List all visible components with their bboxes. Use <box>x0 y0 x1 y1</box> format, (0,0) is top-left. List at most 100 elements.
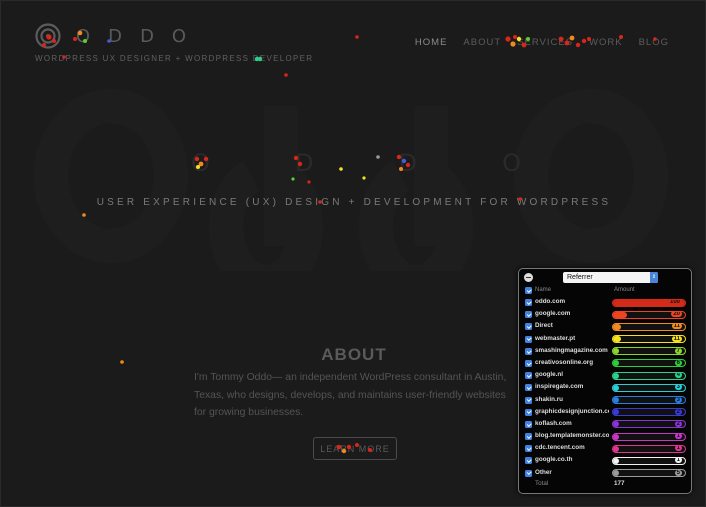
amount-value: 6 <box>674 359 682 366</box>
nav-services[interactable]: SERVICES <box>517 37 573 48</box>
amount-bar-fill <box>613 311 628 318</box>
amount-bar: 11 <box>612 335 686 344</box>
referrer-name: google.co.th <box>535 456 573 464</box>
referrer-row[interactable]: inspiregate.com 3 <box>519 382 691 394</box>
amount-bar: 6 <box>612 359 686 368</box>
amount-bar-fill <box>613 457 619 464</box>
site-logo[interactable]: O D D O <box>35 23 189 49</box>
hero-letter: O <box>502 149 521 177</box>
hero-letter: O <box>191 149 210 177</box>
referrer-row[interactable]: graphicdesignjunction.com 2 <box>519 407 691 419</box>
referrer-row[interactable]: webmaster.pt 11 <box>519 334 691 346</box>
row-checkbox[interactable] <box>525 469 532 477</box>
row-checkbox[interactable] <box>525 384 532 392</box>
referrer-name: cdc.tencent.com <box>535 444 585 452</box>
row-checkbox[interactable] <box>525 433 532 441</box>
row-checkbox[interactable] <box>525 323 532 331</box>
logo-letter: O <box>75 25 91 47</box>
referrer-row[interactable]: smashingmagazine.com 7 <box>519 346 691 358</box>
total-row: Total 177 <box>519 479 691 491</box>
total-label: Total <box>535 480 549 487</box>
referrer-name: oddo.com <box>535 298 566 305</box>
amount-bar-fill <box>613 372 619 379</box>
referrer-row[interactable]: koflash.com 2 <box>519 419 691 431</box>
about-text: I'm Tommy Oddo— an independent WordPress… <box>194 372 507 418</box>
close-icon[interactable] <box>524 273 533 282</box>
referrer-row[interactable]: oddo.com 100 <box>519 297 691 309</box>
amount-value: 1 <box>674 445 682 452</box>
column-name-header: Name <box>535 287 552 293</box>
select-value: Referrer <box>567 274 593 281</box>
referrer-row[interactable]: google.com 20 <box>519 309 691 321</box>
main-nav: HOME ABOUT SERVICES WORK BLOG <box>415 37 669 48</box>
referrer-row[interactable]: creativosonline.org 6 <box>519 358 691 370</box>
referrer-row[interactable]: cdc.tencent.com 1 <box>519 443 691 455</box>
panel-header: Referrer ⇕ <box>519 269 691 286</box>
amount-bar-fill <box>613 409 619 416</box>
row-checkbox[interactable] <box>525 457 532 465</box>
site-tagline: WORDPRESS UX DESIGNER + WORDPRESS DEVELO… <box>35 54 314 63</box>
row-checkbox[interactable] <box>525 299 532 306</box>
amount-bar-fill <box>613 421 619 428</box>
referrer-select[interactable]: Referrer ⇕ <box>563 272 658 283</box>
referrer-row[interactable]: google.nl 4 <box>519 370 691 382</box>
amount-bar-fill <box>613 433 619 440</box>
amount-bar: 1 <box>612 456 686 465</box>
referrer-row[interactable]: Direct 11 <box>519 321 691 333</box>
referrer-name: koflash.com <box>535 419 572 427</box>
amount-bar-fill <box>613 323 621 330</box>
select-all-checkbox[interactable] <box>525 287 532 294</box>
amount-bar: 7 <box>612 347 686 356</box>
amount-value: 2 <box>674 408 682 415</box>
row-checkbox[interactable] <box>525 408 532 416</box>
amount-value: 20 <box>671 311 682 318</box>
row-checkbox[interactable] <box>525 396 532 404</box>
row-checkbox[interactable] <box>525 420 532 428</box>
amount-bar: 3 <box>612 383 686 392</box>
row-checkbox[interactable] <box>525 445 532 453</box>
referrer-row[interactable]: shakin.ru 3 <box>519 395 691 407</box>
amount-bar: 5 <box>612 469 686 478</box>
referrer-name: google.com <box>535 310 571 318</box>
referrer-name: Direct <box>535 322 553 330</box>
amount-bar-fill <box>613 445 619 452</box>
row-checkbox[interactable] <box>525 347 532 355</box>
amount-bar: 2 <box>612 408 686 417</box>
amount-bar: 100 <box>612 298 686 307</box>
total-value: 177 <box>614 480 625 487</box>
amount-value: 1 <box>674 457 682 464</box>
amount-bar-fill <box>613 348 619 355</box>
website-canvas: O D D O WORDPRESS UX DESIGNER + WORDPRES… <box>0 0 706 507</box>
referrer-panel: Referrer ⇕ Name Amount oddo.com 100 google… <box>518 268 692 494</box>
amount-bar: 4 <box>612 371 686 380</box>
logo-letter: D <box>108 25 122 47</box>
amount-value: 100 <box>667 299 682 305</box>
referrer-row[interactable]: Other 5 <box>519 468 691 480</box>
amount-value: 1 <box>674 433 682 440</box>
nav-home[interactable]: HOME <box>415 37 448 48</box>
referrer-name: google.nl <box>535 371 563 379</box>
row-checkbox[interactable] <box>525 311 532 319</box>
referrer-name: creativosonline.org <box>535 358 594 366</box>
amount-value: 7 <box>674 347 682 354</box>
row-checkbox[interactable] <box>525 359 532 367</box>
hero-subtitle: USER EXPERIENCE (UX) DESIGN + DEVELOPMEN… <box>96 197 612 208</box>
nav-blog[interactable]: BLOG <box>639 37 669 48</box>
logo-letter: D <box>140 25 154 47</box>
learn-more-button[interactable]: LEARN MORE <box>313 437 397 460</box>
referrer-name: Other <box>535 468 552 476</box>
referrer-row[interactable]: google.co.th 1 <box>519 455 691 467</box>
nav-about[interactable]: ABOUT <box>463 37 501 48</box>
nav-work[interactable]: WORK <box>589 37 623 48</box>
amount-bar: 2 <box>612 420 686 429</box>
hero-letters: O D D O <box>191 149 521 177</box>
amount-bar-fill <box>613 360 619 367</box>
hero-letter: D <box>294 149 314 177</box>
row-checkbox[interactable] <box>525 372 532 380</box>
amount-bar: 1 <box>612 432 686 441</box>
amount-value: 11 <box>671 335 682 342</box>
referrer-row[interactable]: blog.templatemonster.com 1 <box>519 431 691 443</box>
amount-bar-fill <box>613 397 619 403</box>
row-checkbox[interactable] <box>525 335 532 343</box>
amount-value: 5 <box>674 469 682 476</box>
